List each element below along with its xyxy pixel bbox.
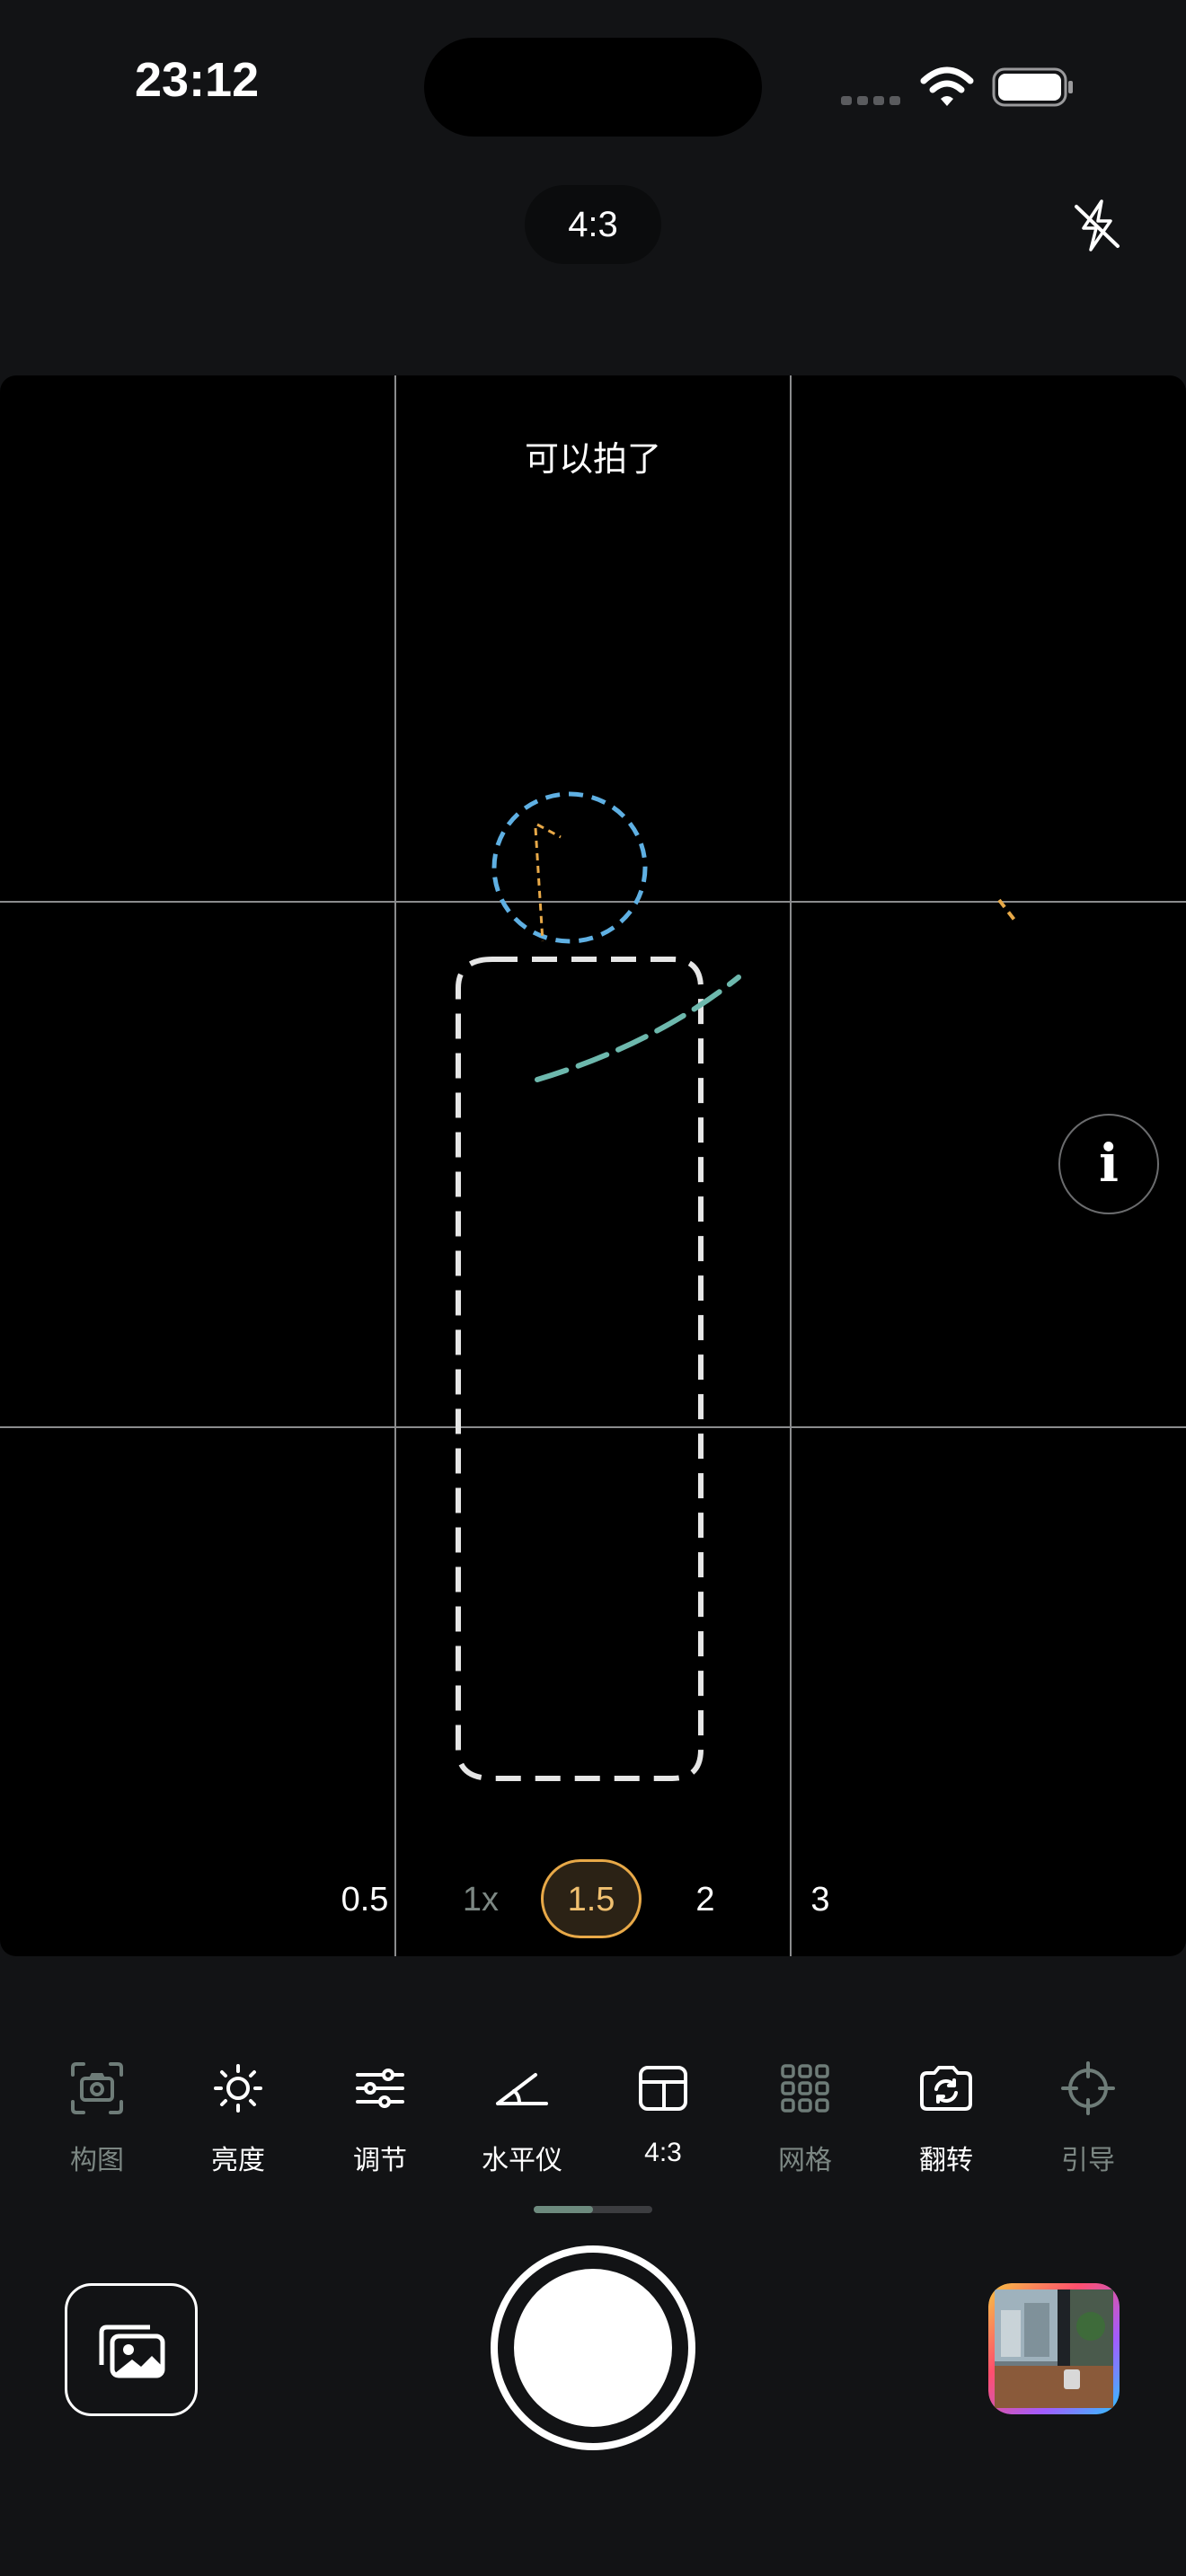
flash-off-icon[interactable] [1069,198,1125,253]
zoom-option[interactable]: 2 [683,1859,728,1940]
tool-aspect-ratio[interactable]: 4:3 [605,2059,721,2168]
tool-label: 调节 [353,2146,407,2175]
body-guide-outline [456,957,704,1781]
zoom-option-selected[interactable]: 1.5 [541,1859,642,1938]
zoom-option[interactable]: 0.5 [329,1859,401,1940]
last-photo-thumbnail[interactable] [988,2283,1120,2414]
tool-label: 网格 [778,2146,832,2175]
tool-brightness[interactable]: 亮度 [180,2059,296,2177]
tilt-guide-line [534,827,544,942]
shutter-button[interactable] [514,2269,672,2427]
horizon-marker [997,898,1019,925]
tool-grid[interactable]: 网格 [747,2059,863,2177]
composition-icon [71,2062,123,2114]
level-angle-icon [496,2073,548,2105]
tool-adjust[interactable]: 调节 [322,2059,438,2177]
tool-label: 引导 [1061,2146,1115,2175]
flip-camera-icon [920,2066,972,2111]
shoulder-guide-line [535,975,741,1082]
head-guide-outline [491,791,648,944]
zoom-option[interactable]: 3 [798,1859,843,1940]
sun-icon [214,2064,262,2113]
toolbar-scroll-thumb[interactable] [534,2206,593,2213]
aspect-ratio-icon [639,2066,687,2111]
grid-icon [781,2064,829,2113]
tool-label: 构图 [70,2146,124,2175]
wifi-icon [920,66,974,106]
tool-label: 水平仪 [482,2146,562,2175]
aspect-ratio-toggle[interactable]: 4:3 [525,185,661,264]
tool-label: 翻转 [919,2146,973,2175]
info-button[interactable]: i [1058,1114,1159,1214]
status-time: 23:12 [135,53,260,107]
cellular-signal-icon [841,93,906,110]
tool-composition[interactable]: 构图 [39,2059,155,2177]
sliders-icon [356,2069,404,2108]
photos-icon [99,2325,165,2378]
pose-guide-overlay [456,791,1019,1781]
tilt-guide-line [536,823,562,839]
camera-viewfinder[interactable]: 可以拍了 i 0.5 1x 1.5 2 3 [0,375,1186,1956]
tool-label: 亮度 [211,2146,265,2175]
photo-thumbnail-image [988,2283,1120,2414]
tool-flip-camera[interactable]: 翻转 [888,2059,1005,2177]
album-button[interactable] [65,2283,198,2416]
crosshair-icon [1061,2061,1115,2115]
battery-icon [992,67,1073,107]
tool-level[interactable]: 水平仪 [464,2059,580,2177]
dynamic-island [424,38,762,137]
zoom-option[interactable]: 1x [449,1859,512,1940]
tool-label: 4:3 [644,2138,682,2167]
tool-guide[interactable]: 引导 [1030,2059,1146,2177]
